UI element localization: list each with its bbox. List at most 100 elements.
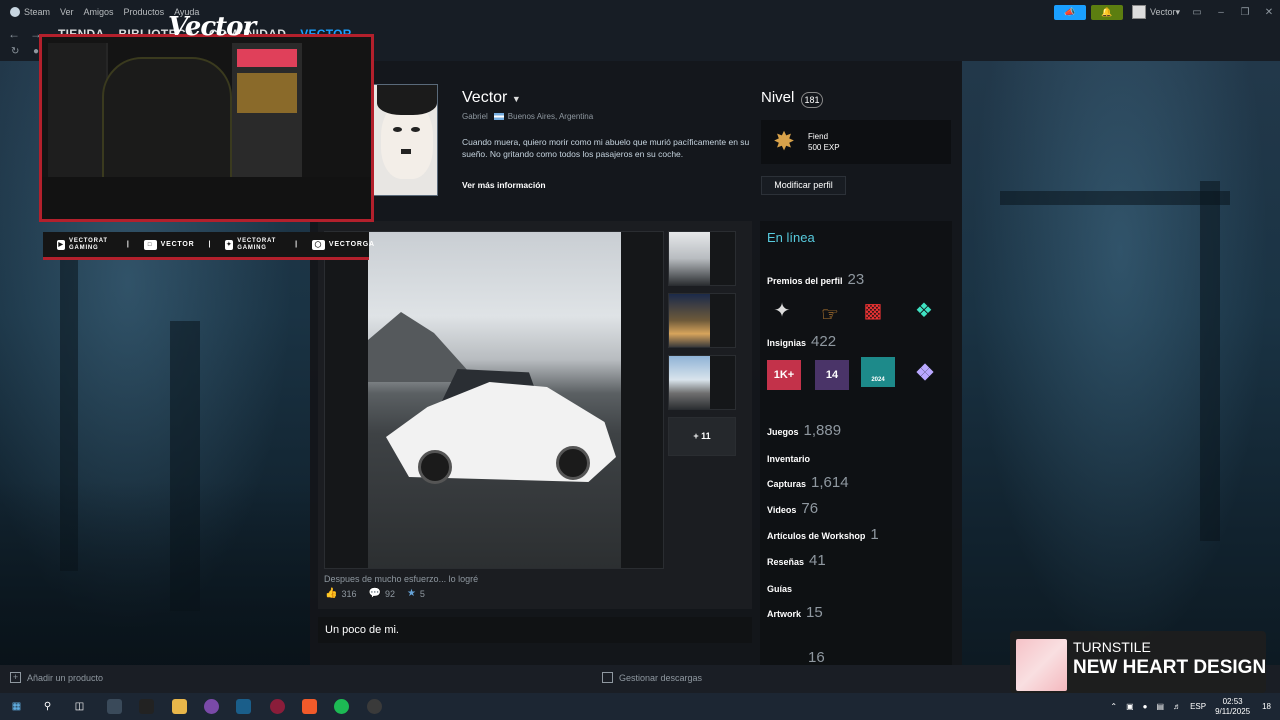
task-view-icon[interactable]: ◫ <box>72 699 87 714</box>
steam-taskbar-icon[interactable] <box>236 699 251 714</box>
award-crystal-icon[interactable]: ❖ <box>910 297 938 325</box>
partial-count-row: 16 <box>803 649 825 666</box>
comments-stat[interactable]: 💬 92 <box>368 588 394 599</box>
minimize-icon[interactable]: – <box>1210 5 1232 20</box>
avatar <box>1131 5 1146 19</box>
screenshot-thumbnail[interactable] <box>668 293 736 348</box>
badge-name: Fiend <box>808 132 829 141</box>
persona-name-text: Vector <box>462 89 508 106</box>
videos-link[interactable]: Videos 76 <box>767 500 818 517</box>
profile-awards-link[interactable]: Premios del perfil 23 <box>767 271 864 288</box>
windows-start-icon[interactable]: ▦ <box>9 699 24 714</box>
notifications-button[interactable]: 🔔 <box>1090 4 1123 20</box>
notification-count[interactable]: 18 <box>1262 702 1271 711</box>
favorite-badge[interactable]: ✸ Fiend 500 EXP <box>761 120 951 164</box>
avatar-eye <box>411 127 420 132</box>
background-right-glow <box>960 61 1280 693</box>
manage-downloads-label: Gestionar descargas <box>619 672 703 683</box>
artwork-link[interactable]: Artwork 15 <box>767 604 823 621</box>
videos-total: 76 <box>801 500 819 517</box>
award-can-icon[interactable]: ▩ <box>859 297 887 325</box>
main-screenshot[interactable] <box>368 232 621 568</box>
badge-steam-2024[interactable]: 2024 <box>861 357 895 387</box>
background-fog <box>0 481 320 693</box>
guides-link[interactable]: Guías <box>767 584 792 594</box>
games-link[interactable]: Juegos 1,889 <box>767 422 841 439</box>
clock[interactable]: 02:53 9/11/2025 <box>1215 697 1250 717</box>
add-product-button[interactable]: + Añadir un producto <box>10 672 103 683</box>
now-playing-artist: TURNSTILE <box>1073 639 1151 655</box>
tray-app-icon[interactable]: ▣ <box>1126 702 1134 711</box>
award-hand-icon[interactable]: ☞ <box>816 301 844 329</box>
reviews-link[interactable]: Reseñas 41 <box>767 552 826 569</box>
photo-wheel <box>418 450 452 484</box>
awards-stat[interactable]: ★ 5 <box>407 588 425 599</box>
awards-total: 23 <box>847 271 865 288</box>
real-name: Gabriel <box>462 112 488 121</box>
workshop-total: 1 <box>870 526 879 543</box>
screenshot-thumbnail[interactable] <box>668 355 736 410</box>
screenshot-thumbnail[interactable] <box>668 231 736 286</box>
comments-count: 92 <box>384 588 395 599</box>
badge-1k[interactable]: 1K+ <box>767 360 801 390</box>
social-instagram-text: VECTORGA <box>328 241 375 248</box>
about-me-title: Un poco de mi. <box>325 624 399 636</box>
arcade-screen <box>237 73 297 113</box>
argentina-flag-icon <box>493 113 504 120</box>
reload-icon[interactable]: ↻ <box>11 46 19 57</box>
star-badge-icon: ✸ <box>773 126 795 156</box>
more-info-link[interactable]: Ver más información <box>462 180 546 190</box>
account-menu[interactable]: Vector ▾ <box>1128 5 1184 20</box>
obs-icon[interactable] <box>367 699 382 714</box>
language-indicator[interactable]: ESP <box>1190 702 1206 711</box>
brave-icon[interactable] <box>302 699 317 714</box>
more-screenshots-button[interactable]: + 11 <box>668 417 736 456</box>
chevron-down-icon: ▾ <box>1175 6 1180 17</box>
edit-profile-button[interactable]: Modificar perfil <box>761 176 846 195</box>
likes-stat[interactable]: 👍 316 <box>325 588 356 599</box>
level-badge[interactable]: 181 <box>801 92 823 108</box>
persona-name[interactable]: Vector ▼ <box>462 89 521 107</box>
background-gallows-post <box>1200 181 1220 541</box>
thumbnail-image <box>669 294 710 347</box>
manage-downloads-button[interactable]: Gestionar descargas <box>602 672 702 683</box>
inventory-link[interactable]: Inventario <box>767 454 810 464</box>
location: Buenos Aires, Argentina <box>507 112 594 121</box>
avatar-hair <box>377 85 437 115</box>
volume-icon[interactable]: ♬ <box>1173 702 1181 711</box>
badges-link[interactable]: Insignias 422 <box>767 333 836 350</box>
badge-gem-icon[interactable]: ❖ <box>908 358 942 388</box>
chevron-up-icon[interactable]: ⌃ <box>1110 702 1117 711</box>
maximize-icon[interactable]: ❐ <box>1234 5 1256 20</box>
clock-date: 9/11/2025 <box>1215 706 1251 716</box>
broadcast-button[interactable]: 📣 <box>1053 4 1086 20</box>
workshop-link[interactable]: Artículos de Workshop 1 <box>767 526 879 543</box>
app-icon[interactable] <box>139 699 154 714</box>
spotify-icon[interactable] <box>334 699 349 714</box>
online-status: En línea <box>767 230 815 245</box>
file-explorer-icon[interactable] <box>172 699 187 714</box>
app-icon[interactable] <box>204 699 219 714</box>
close-icon[interactable]: ✕ <box>1258 5 1280 20</box>
search-icon[interactable]: ⚲ <box>40 699 55 714</box>
real-name-line: Gabriel Buenos Aires, Argentina <box>462 112 593 121</box>
award-wings-icon[interactable]: ✦ <box>768 297 796 325</box>
back-arrow-icon[interactable]: ← <box>6 27 22 41</box>
account-name: Vector <box>1149 7 1176 17</box>
social-twitch: □ VECTOR <box>143 239 195 250</box>
big-picture-icon[interactable]: ▭ <box>1186 5 1208 20</box>
menu-view[interactable]: Ver <box>60 7 74 17</box>
menu-steam[interactable]: Steam <box>24 7 50 17</box>
badge-years[interactable]: 14 <box>815 360 849 390</box>
app-icon[interactable] <box>107 699 122 714</box>
menu-products[interactable]: Productos <box>124 7 165 17</box>
badges-label: Insignias <box>767 338 807 348</box>
screenshots-link[interactable]: Capturas 1,614 <box>767 474 849 491</box>
menu-friends[interactable]: Amigos <box>84 7 114 17</box>
social-separator: | <box>295 241 298 248</box>
app-icon[interactable] <box>270 699 285 714</box>
network-icon[interactable]: ▤ <box>1157 702 1165 711</box>
avatar-mustache <box>401 149 411 154</box>
microphone-icon[interactable]: ● <box>1143 702 1148 711</box>
social-twitch-text: VECTOR <box>160 241 195 248</box>
